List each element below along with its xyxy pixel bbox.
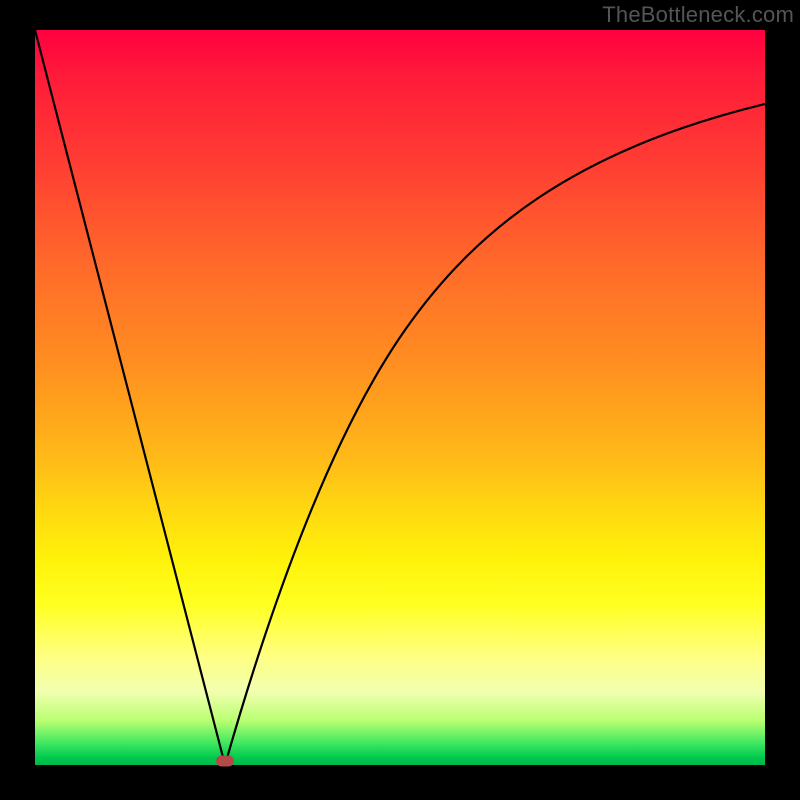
chart-frame: TheBottleneck.com: [0, 0, 800, 800]
curve-right-branch: [225, 104, 765, 765]
minimum-marker: [216, 756, 234, 767]
watermark-text: TheBottleneck.com: [602, 2, 794, 28]
curve-svg: [35, 30, 765, 765]
curve-left-branch: [35, 30, 225, 765]
plot-area: [35, 30, 765, 765]
